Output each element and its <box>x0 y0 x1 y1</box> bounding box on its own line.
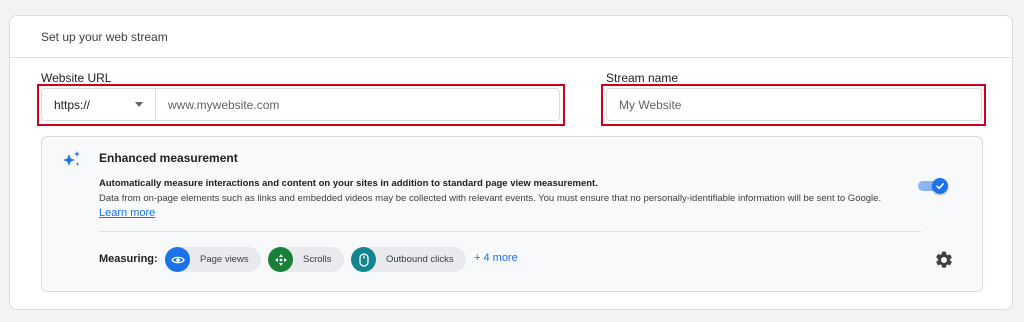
chip-label: Scrolls <box>303 254 332 265</box>
eye-icon <box>165 247 190 272</box>
toggle-knob <box>932 178 948 194</box>
stream-name-field[interactable]: My Website <box>606 88 982 121</box>
stream-name-label: Stream name <box>606 71 679 85</box>
website-url-label: Website URL <box>41 71 112 85</box>
enhanced-measurement-summary: Automatically measure interactions and c… <box>99 178 598 189</box>
chip-scrolls[interactable]: Scrolls <box>268 247 344 272</box>
website-url-input[interactable]: www.mywebsite.com <box>156 89 559 120</box>
enhanced-measurement-description: Data from on-page elements such as links… <box>99 193 882 204</box>
mouse-icon <box>351 247 376 272</box>
gear-icon[interactable] <box>934 250 954 270</box>
stream-name-input[interactable]: My Website <box>607 98 681 112</box>
chip-label: Page views <box>200 254 249 265</box>
chip-outbound-clicks[interactable]: Outbound clicks <box>351 247 466 272</box>
check-icon <box>936 183 944 190</box>
learn-more-link[interactable]: Learn more <box>99 207 155 219</box>
enhanced-measurement-title: Enhanced measurement <box>99 151 238 165</box>
protocol-select[interactable]: https:// <box>42 89 156 120</box>
chip-page-views[interactable]: Page views <box>165 247 261 272</box>
enhanced-measurement-toggle[interactable] <box>918 178 948 194</box>
more-link[interactable]: + 4 more <box>474 252 518 264</box>
measuring-label: Measuring: <box>99 253 158 265</box>
protocol-value: https:// <box>54 97 91 112</box>
card-title: Set up your web stream <box>10 16 1012 58</box>
crosshair-icon <box>268 247 293 272</box>
sparkle-icon <box>63 151 80 166</box>
website-url-field: https:// www.mywebsite.com <box>41 88 560 121</box>
chevron-down-icon <box>135 102 143 107</box>
divider <box>99 231 921 232</box>
chip-label: Outbound clicks <box>386 254 454 265</box>
